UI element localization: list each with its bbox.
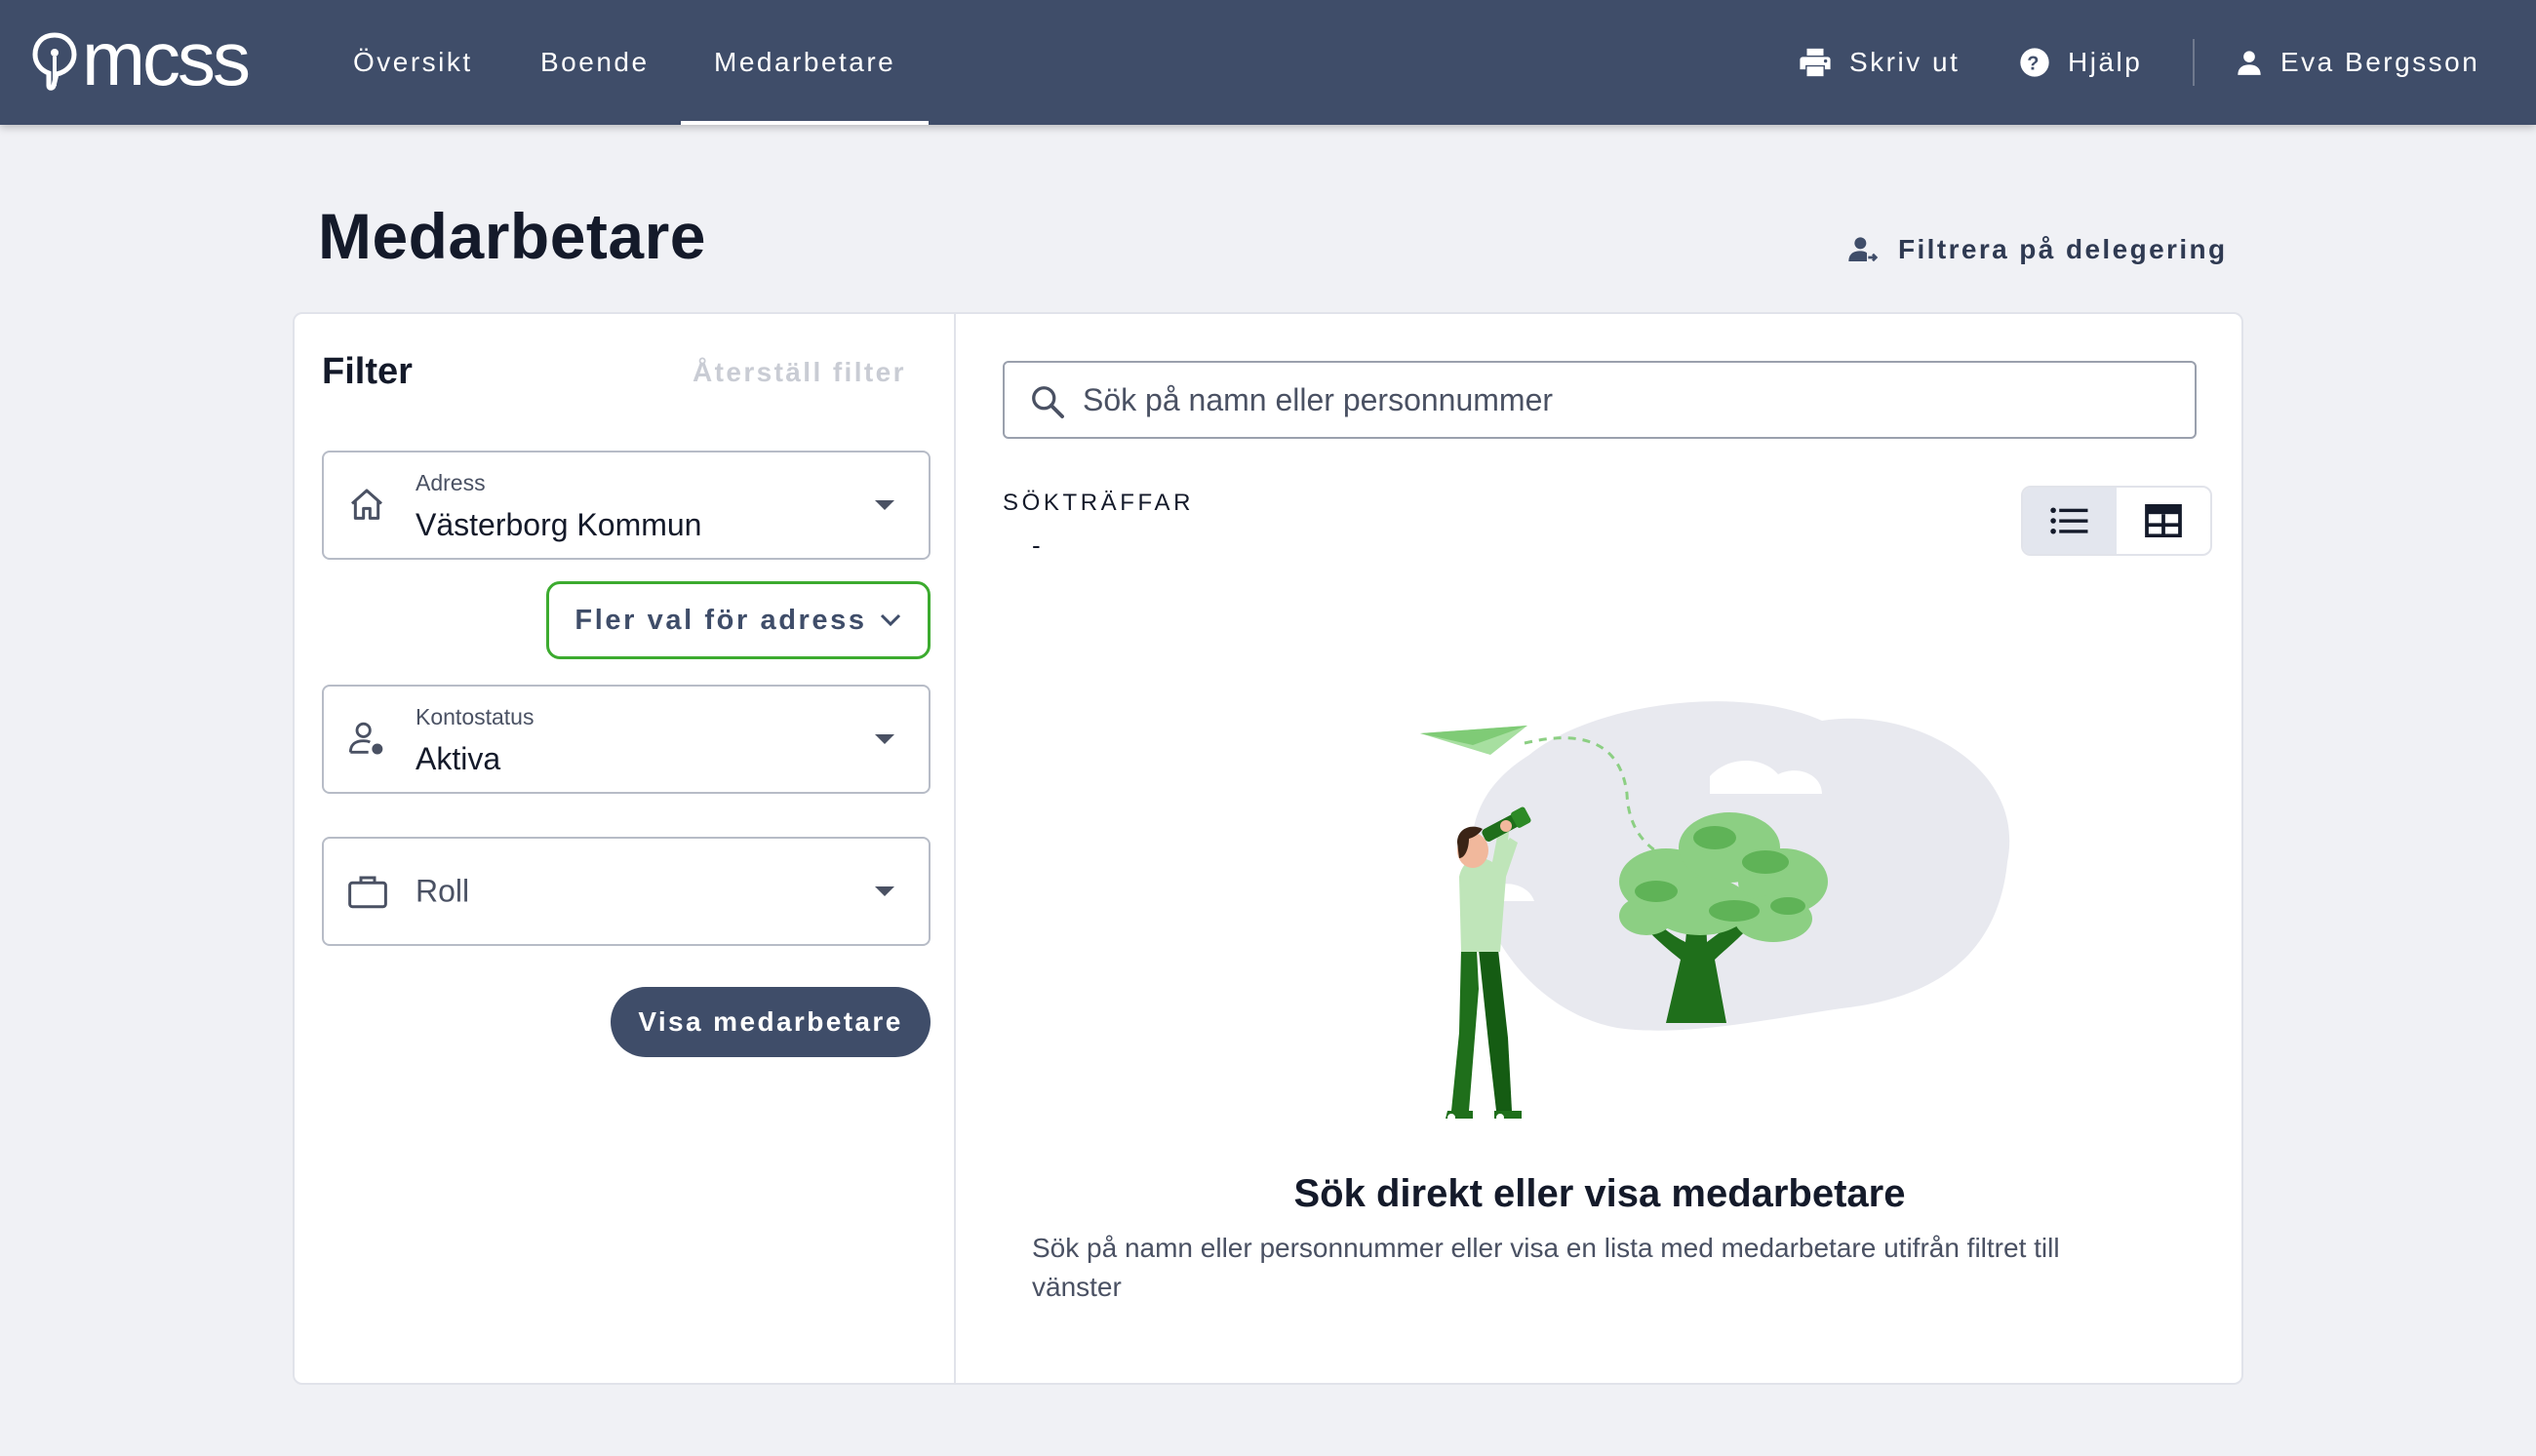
user-icon	[2238, 51, 2261, 75]
more-address-options-button[interactable]: Fler val för adress	[546, 581, 931, 659]
dropdown-caret-icon	[874, 733, 895, 745]
more-address-options-label: Fler val för adress	[575, 604, 867, 636]
header-divider	[2193, 39, 2195, 86]
role-select[interactable]: Roll	[322, 837, 931, 946]
view-mode-toggle	[2021, 486, 2212, 556]
briefcase-icon	[347, 872, 388, 911]
nav-medarbetare[interactable]: Medarbetare	[680, 0, 930, 125]
dropdown-caret-icon	[874, 885, 895, 897]
address-value: Västerborg Kommun	[416, 507, 702, 542]
empty-state-title: Sök direkt eller visa medarbetare	[1293, 1172, 1906, 1215]
account-status-select[interactable]: Kontostatus Aktiva	[322, 685, 931, 794]
page-title: Medarbetare	[318, 200, 706, 272]
user-name: Eva Bergsson	[2280, 47, 2480, 77]
address-select[interactable]: Adress Västerborg Kommun	[322, 451, 931, 560]
print-label: Skriv ut	[1849, 47, 1961, 77]
chevron-down-icon	[880, 613, 900, 627]
filter-heading: Filter	[322, 351, 413, 392]
logo-mark-icon	[32, 32, 77, 91]
empty-state-description: Sök på namn eller personnummer eller vis…	[1032, 1233, 2060, 1302]
account-status-value: Aktiva	[416, 741, 501, 776]
top-navigation-bar: mcss Översikt Boende Medarbetare Skriv u…	[0, 0, 2536, 125]
table-view-button[interactable]	[2117, 488, 2210, 554]
account-status-label: Kontostatus	[416, 704, 535, 729]
reset-filter-button[interactable]: Återställ filter	[693, 357, 906, 388]
list-view-button[interactable]	[2023, 488, 2117, 554]
employee-search-card: Filter Återställ filter Adress Västerbor…	[293, 312, 2243, 1385]
table-view-icon	[2145, 504, 2182, 537]
nav-boende[interactable]: Boende	[540, 0, 650, 125]
print-button[interactable]: Skriv ut	[1799, 0, 1960, 125]
search-hits-label: SÖKTRÄFFAR	[1003, 490, 1195, 516]
show-employees-button[interactable]: Visa medarbetare	[611, 987, 931, 1057]
logo-text: mcss	[82, 16, 251, 101]
search-illustration	[1420, 701, 2010, 1122]
search-hits-value: -	[1032, 531, 1041, 560]
address-label: Adress	[416, 470, 486, 495]
panel-divider	[954, 314, 956, 1383]
nav-oversikt[interactable]: Översikt	[353, 0, 473, 125]
help-label: Hjälp	[2068, 47, 2143, 77]
help-button[interactable]: ? Hjälp	[2019, 0, 2142, 125]
mcss-logo[interactable]: mcss	[31, 16, 251, 101]
search-input[interactable]	[1083, 363, 2175, 437]
svg-text:?: ?	[2027, 53, 2042, 74]
delegation-filter-button[interactable]: Filtrera på delegering	[1847, 228, 2228, 271]
employee-search-field[interactable]	[1003, 361, 2197, 439]
help-icon: ?	[2020, 48, 2049, 77]
list-view-icon	[2050, 507, 2088, 534]
search-icon	[1032, 386, 1064, 418]
home-icon	[347, 486, 386, 525]
printer-icon	[1800, 48, 1831, 77]
dropdown-caret-icon	[874, 499, 895, 511]
role-placeholder: Roll	[416, 873, 470, 909]
person-delegation-icon	[1848, 237, 1879, 262]
delegation-filter-label: Filtrera på delegering	[1898, 234, 2228, 264]
person-status-icon	[347, 720, 386, 759]
user-menu[interactable]: Eva Bergsson	[2236, 0, 2479, 125]
